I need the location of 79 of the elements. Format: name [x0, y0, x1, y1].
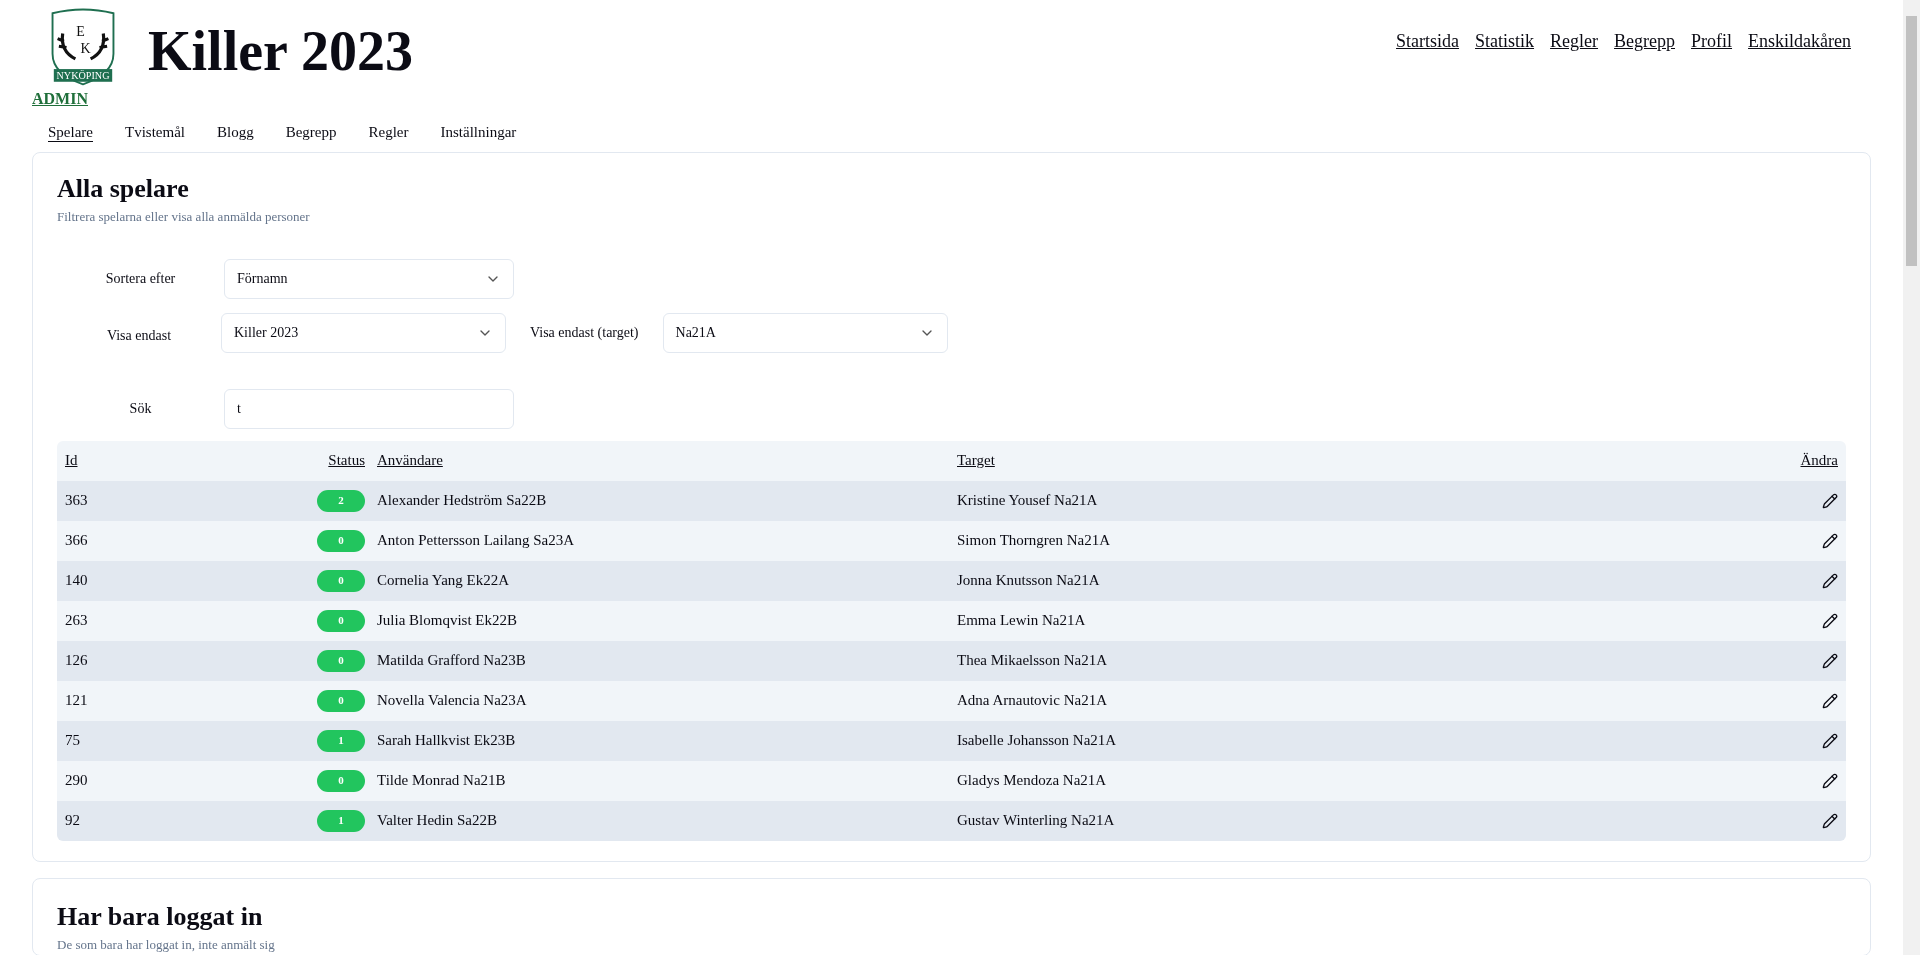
section-title: Har bara loggat in	[57, 900, 264, 933]
table-cell-text: Novella Valencia Na23A	[376, 691, 527, 711]
table-cell-text: Valter Hedin Sa22B	[376, 811, 497, 831]
table-cell-text: Simon Thorngren Na21A	[956, 531, 1111, 551]
dropdown[interactable]: Na21A	[662, 312, 948, 353]
status-badge: 0	[317, 769, 365, 792]
tab[interactable]: Tvistemål	[125, 121, 185, 144]
dropdown[interactable]: Förnamn	[224, 258, 514, 299]
section-subtitle: Filtrera spelarna eller visa alla anmälda personer	[57, 208, 311, 226]
table-cell-text: Julia Blomqvist Ek22B	[376, 611, 517, 631]
admin-link[interactable]: ADMIN	[32, 87, 88, 111]
dropdown[interactable]: Killer 2023	[221, 312, 506, 353]
status-badge: 0	[317, 689, 365, 712]
table-cell-text: Adna Arnautovic Na21A	[956, 691, 1107, 711]
table-cell-text: Kristine Yousef Na21A	[956, 491, 1098, 511]
edit-icon[interactable]	[1822, 652, 1838, 669]
table-cell-text: Tilde Monrad Na21B	[376, 771, 506, 791]
status-badge: 0	[317, 569, 365, 592]
status-badge: 1	[317, 729, 365, 752]
nav-link[interactable]: Enskildakåren	[1748, 28, 1851, 55]
column-header[interactable]: Användare	[365, 449, 443, 472]
table-cell-text: Gustav Winterling Na21A	[956, 811, 1115, 831]
edit-icon[interactable]	[1822, 692, 1838, 709]
table-cell-text: 92	[65, 811, 80, 831]
column-header[interactable]: Status	[328, 449, 365, 472]
tab[interactable]: Begrepp	[285, 121, 337, 144]
table-cell-text: Alexander Hedström Sa22B	[376, 491, 547, 511]
table-cell-text: Anton Pettersson Lailang Sa23A	[376, 531, 575, 551]
edit-icon[interactable]	[1822, 612, 1838, 629]
table-cell-text: 126	[65, 651, 88, 671]
scrollbar[interactable]	[1903, 0, 1920, 955]
table-cell-text: 290	[65, 771, 88, 791]
nav-link[interactable]: Statistik	[1475, 28, 1535, 55]
table-cell-text: Emma Lewin Na21A	[956, 611, 1086, 631]
status-badge: 0	[317, 649, 365, 672]
status-badge: 0	[317, 529, 365, 552]
status-badge: 2	[317, 489, 365, 512]
tab[interactable]: Regler	[368, 121, 409, 144]
tab[interactable]: Spelare	[48, 121, 93, 144]
edit-icon[interactable]	[1822, 732, 1838, 749]
field-label: Sortera efter	[104, 270, 177, 288]
tab[interactable]: Blogg	[217, 121, 254, 144]
search-field[interactable]: t	[224, 388, 514, 429]
column-header[interactable]: Target	[955, 449, 995, 472]
table-cell-text: 363	[65, 491, 88, 511]
page-title: Killer 2023	[148, 22, 413, 79]
edit-icon[interactable]	[1822, 572, 1838, 589]
nav-link[interactable]: Begrepp	[1614, 28, 1675, 55]
table-cell-text: 366	[65, 531, 88, 551]
table-cell-text: 140	[65, 571, 88, 591]
column-header[interactable]: Ändra	[1800, 449, 1838, 472]
table-cell-text: 263	[65, 611, 88, 631]
table-cell-text: Isabelle Johansson Na21A	[956, 731, 1117, 751]
status-badge: 0	[317, 609, 365, 632]
status-badge: 1	[317, 809, 365, 832]
table-cell-text: Matilda Grafford Na23B	[376, 651, 526, 671]
table-cell-text: Cornelia Yang Ek22A	[376, 571, 510, 591]
edit-icon[interactable]	[1822, 492, 1838, 509]
edit-icon[interactable]	[1822, 812, 1838, 829]
scrollbar-thumb[interactable]	[1906, 16, 1917, 266]
nav-link[interactable]: Startsida	[1396, 28, 1460, 55]
nav-link[interactable]: Profil	[1691, 28, 1733, 55]
column-header[interactable]: Id	[65, 449, 78, 472]
edit-icon[interactable]	[1822, 772, 1838, 789]
tab[interactable]: Inställningar	[440, 121, 517, 144]
section-title: Alla spelare	[57, 172, 190, 205]
table-cell-text: 75	[65, 731, 80, 751]
nav-link[interactable]: Regler	[1550, 28, 1599, 55]
table-cell-text: 121	[65, 691, 88, 711]
table-cell-text: Thea Mikaelsson Na21A	[956, 651, 1107, 671]
table-cell-text: Jonna Knutsson Na21A	[956, 571, 1100, 591]
table-cell-text: Sarah Hallkvist Ek23B	[376, 731, 516, 751]
section-subtitle: De som bara har loggat in, inte anmält sig	[57, 936, 276, 954]
logo-drawing: E K NYKÖPING	[50, 8, 116, 87]
edit-icon[interactable]	[1822, 532, 1838, 549]
table-cell-text: Gladys Mendoza Na21A	[956, 771, 1107, 791]
field-label: Visa endast	[105, 327, 173, 345]
field-label: Sök	[128, 400, 153, 418]
field-label: Visa endast (target)	[530, 324, 639, 342]
